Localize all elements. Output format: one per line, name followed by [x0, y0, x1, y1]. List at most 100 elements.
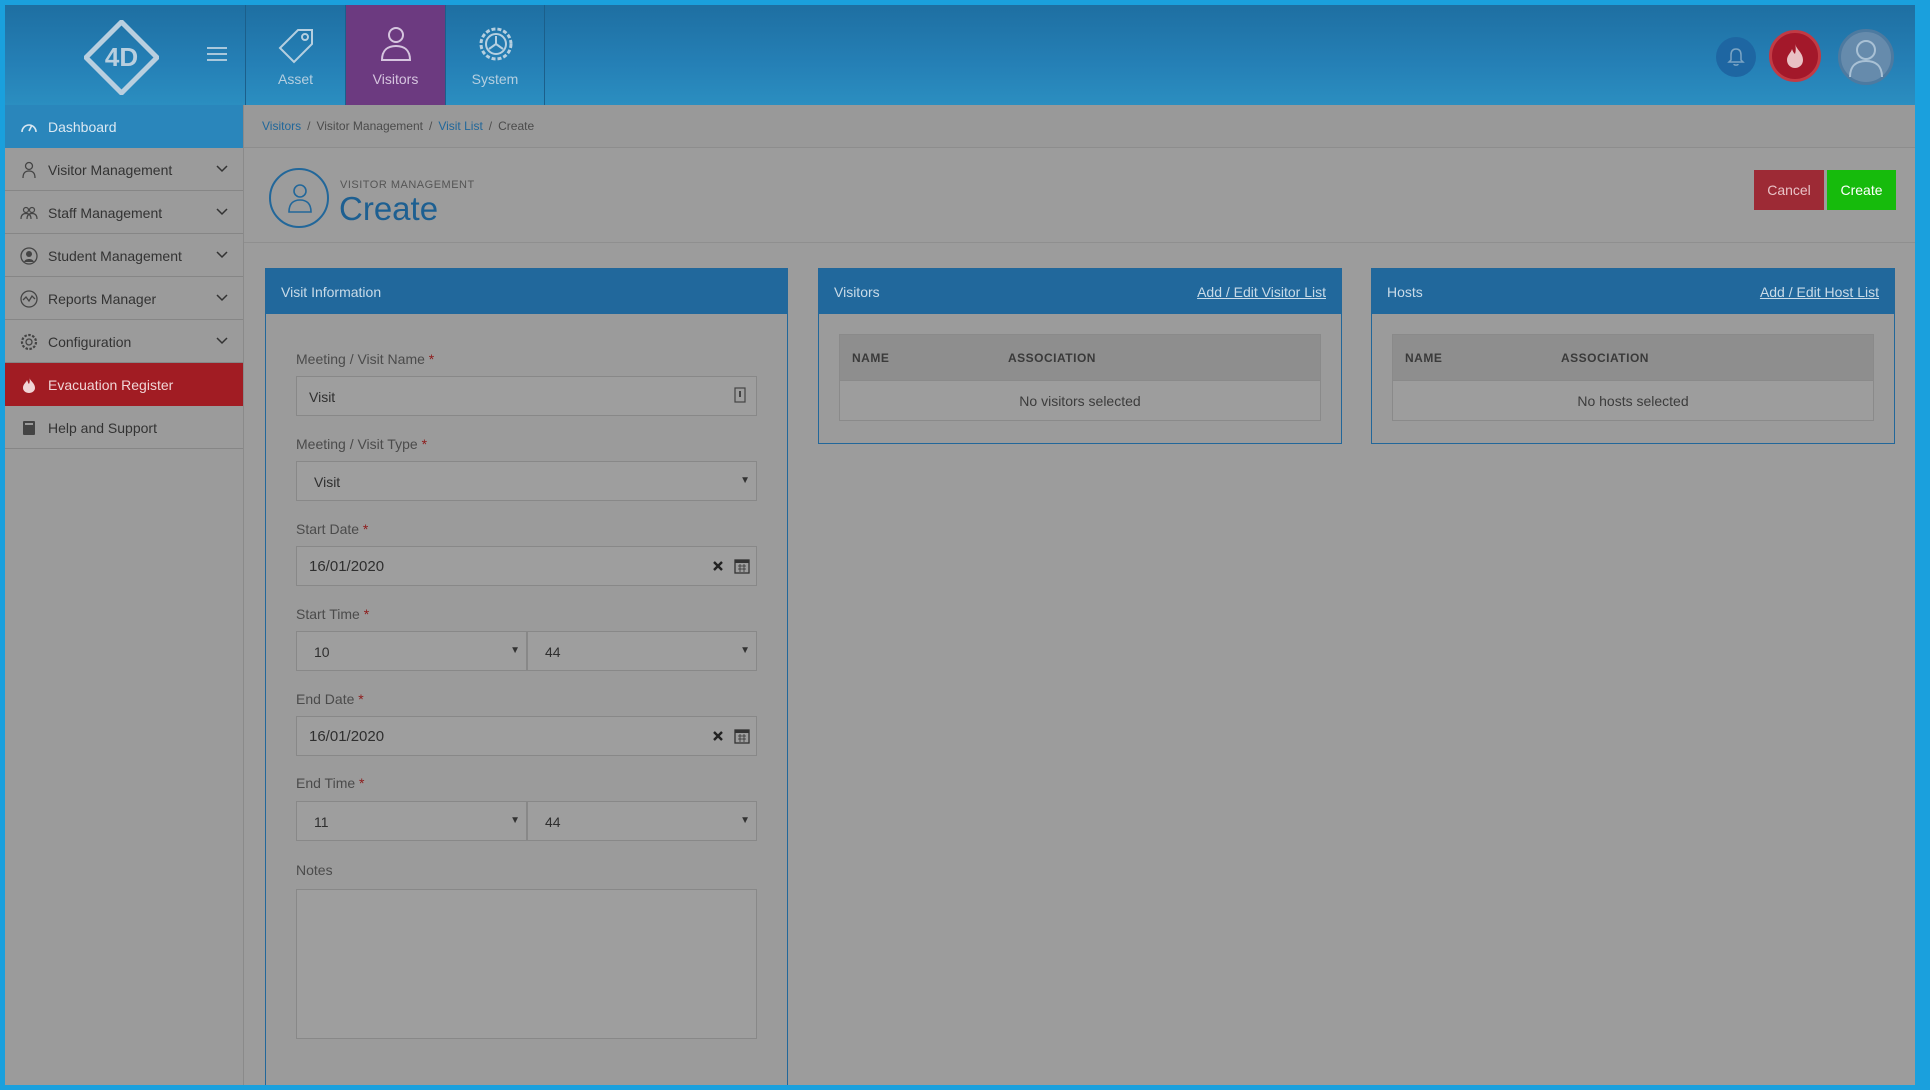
sidebar-item-label: Student Management — [48, 248, 182, 264]
nav-tab-system[interactable]: System — [445, 5, 545, 105]
page-title: Create — [339, 190, 439, 227]
caret-down-icon: ▼ — [740, 475, 750, 486]
nav-tab-label: Visitors — [372, 71, 419, 87]
notes-label: Notes — [296, 862, 333, 878]
select-value: 44 — [545, 644, 561, 660]
visit-name-label: Meeting / Visit Name * — [296, 351, 434, 367]
column-header-name[interactable]: NAME — [852, 351, 889, 365]
end-hour-select[interactable]: 11 ▼ — [296, 801, 527, 841]
edit-host-list-link[interactable]: Add / Edit Host List — [1760, 284, 1879, 300]
sidebar-item-visitor-management[interactable]: Visitor Management — [5, 148, 243, 191]
empty-state-text: No visitors selected — [840, 380, 1320, 420]
user-avatar-icon — [1849, 40, 1883, 77]
start-time-label: Start Time * — [296, 606, 369, 622]
input-value: 16/01/2020 — [309, 558, 385, 575]
calendar-icon[interactable] — [734, 727, 750, 744]
sidebar-item-label: Dashboard — [48, 119, 117, 135]
flame-icon — [1787, 44, 1803, 68]
sidebar-item-help-and-support[interactable]: Help and Support — [5, 406, 243, 449]
clear-icon[interactable] — [712, 560, 724, 572]
empty-state-text: No hosts selected — [1393, 380, 1873, 420]
student-icon — [20, 247, 38, 265]
panel-title: Visit Information — [281, 284, 382, 300]
select-value: 10 — [314, 644, 330, 660]
page-header: VISITOR MANAGEMENT Create — [244, 148, 1915, 243]
start-hour-select[interactable]: 10 ▼ — [296, 631, 527, 671]
cancel-button[interactable]: Cancel — [1754, 170, 1824, 210]
end-time-label: End Time * — [296, 775, 364, 791]
label-text: End Date — [296, 691, 355, 707]
caret-down-icon: ▼ — [510, 645, 520, 656]
app-logo[interactable]: 4D — [84, 20, 159, 95]
visitors-table: NAME ASSOCIATION No visitors selected — [839, 334, 1321, 421]
sidebar-item-evacuation-register[interactable]: Evacuation Register — [5, 363, 243, 406]
sidebar-item-student-management[interactable]: Student Management — [5, 234, 243, 277]
breadcrumb-link-visitors[interactable]: Visitors — [262, 119, 301, 133]
create-button[interactable]: Create — [1827, 170, 1896, 210]
sidebar-item-label: Configuration — [48, 334, 132, 350]
person-icon — [22, 161, 36, 179]
visit-type-select[interactable]: Visit ▼ — [296, 461, 757, 501]
end-date-input[interactable]: 16/01/2020 — [296, 716, 757, 756]
select-value: Visit — [314, 474, 341, 490]
chevron-down-icon — [216, 294, 228, 302]
label-text: Start Time — [296, 606, 360, 622]
sidebar-item-reports-manager[interactable]: Reports Manager — [5, 277, 243, 320]
label-text: Start Date — [296, 521, 360, 537]
breadcrumb-separator: / — [428, 119, 433, 133]
start-minute-select[interactable]: 44 ▼ — [527, 631, 757, 671]
hosts-table: NAME ASSOCIATION No hosts selected — [1392, 334, 1874, 421]
end-minute-select[interactable]: 44 ▼ — [527, 801, 757, 841]
breadcrumb-current: Create — [498, 119, 535, 133]
nav-tab-visitors[interactable]: Visitors — [345, 5, 445, 105]
table-header: NAME ASSOCIATION — [840, 335, 1320, 380]
select-value: 44 — [545, 814, 561, 830]
bell-icon — [1727, 48, 1745, 66]
sidebar-item-dashboard[interactable]: Dashboard — [5, 105, 243, 148]
input-value: 16/01/2020 — [309, 728, 385, 745]
select-value: 11 — [314, 814, 329, 830]
start-date-label: Start Date * — [296, 521, 368, 537]
breadcrumb: Visitors / Visitor Management / Visit List / C… — [262, 119, 534, 133]
column-header-name[interactable]: NAME — [1405, 351, 1442, 365]
edit-visitor-list-link[interactable]: Add / Edit Visitor List — [1197, 284, 1326, 300]
chevron-down-icon — [216, 337, 228, 345]
gear-icon — [20, 333, 38, 351]
gear-icon — [479, 27, 513, 61]
sidebar-item-label: Visitor Management — [48, 162, 173, 178]
required-mark: * — [362, 521, 369, 537]
visit-type-label: Meeting / Visit Type * — [296, 436, 427, 452]
sidebar-item-label: Evacuation Register — [48, 377, 174, 393]
panel-header: Visit Information — [266, 269, 787, 314]
hosts-panel: Hosts Add / Edit Host List NAME ASSOCIAT… — [1371, 268, 1895, 444]
contact-card-icon — [734, 387, 746, 403]
column-header-association[interactable]: ASSOCIATION — [1008, 351, 1096, 365]
speedometer-icon — [21, 124, 37, 133]
nav-tab-label: System — [471, 71, 519, 87]
chevron-down-icon — [216, 251, 228, 259]
notes-textarea[interactable] — [296, 889, 757, 1039]
required-mark: * — [363, 606, 370, 622]
start-date-input[interactable]: 16/01/2020 — [296, 546, 757, 586]
user-avatar-button[interactable] — [1838, 29, 1894, 85]
calendar-icon[interactable] — [734, 557, 750, 574]
breadcrumb-bar: Visitors / Visitor Management / Visit List / C… — [244, 105, 1915, 148]
svg-text:4D: 4D — [105, 42, 138, 72]
notifications-button[interactable] — [1716, 37, 1756, 77]
required-mark: * — [428, 351, 435, 367]
column-header-association[interactable]: ASSOCIATION — [1561, 351, 1649, 365]
caret-down-icon: ▼ — [740, 815, 750, 826]
sidebar-item-staff-management[interactable]: Staff Management — [5, 191, 243, 234]
caret-down-icon: ▼ — [510, 815, 520, 826]
visit-information-panel: Visit Information Meeting / Visit Name *… — [265, 268, 788, 1085]
group-icon — [20, 206, 38, 220]
breadcrumb-link-visit-list[interactable]: Visit List — [438, 119, 482, 133]
chart-icon — [20, 290, 38, 308]
nav-tab-asset[interactable]: Asset — [245, 5, 345, 105]
evacuation-button[interactable] — [1769, 30, 1821, 82]
clear-icon[interactable] — [712, 730, 724, 742]
visit-name-input[interactable]: Visit — [296, 376, 757, 416]
sidebar-item-configuration[interactable]: Configuration — [5, 320, 243, 363]
person-icon — [288, 184, 312, 213]
menu-toggle-button[interactable] — [207, 47, 227, 63]
